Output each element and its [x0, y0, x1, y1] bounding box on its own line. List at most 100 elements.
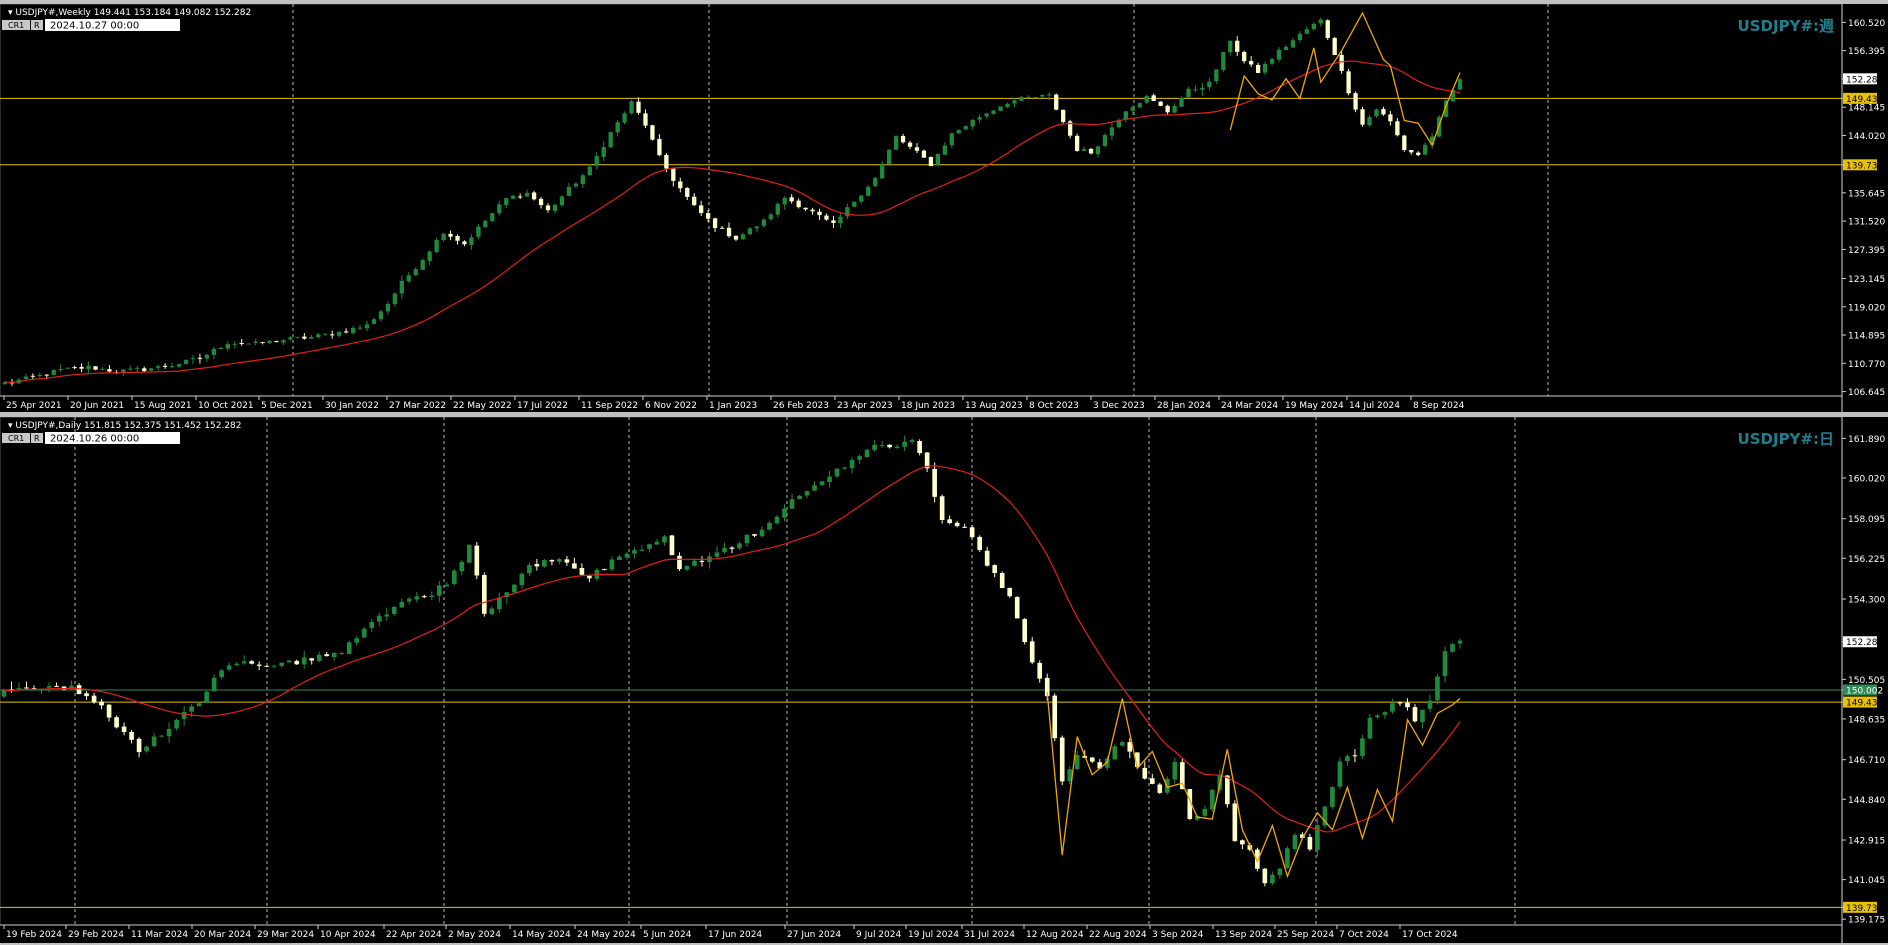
- candle-body: [434, 239, 439, 252]
- candle-body: [346, 642, 352, 654]
- candle-body: [1157, 784, 1163, 793]
- x-tick-label: 13 Sep 2024: [1215, 930, 1272, 940]
- candle-body: [678, 181, 683, 189]
- candle-body: [1255, 64, 1261, 74]
- badge-cr[interactable]: CR1: [2, 433, 30, 443]
- candle: [1007, 587, 1013, 598]
- candle-body: [831, 220, 836, 224]
- candle: [1285, 846, 1290, 870]
- candle-body: [256, 664, 262, 666]
- candle-body: [482, 575, 487, 614]
- badge-cr[interactable]: CR1: [2, 20, 30, 30]
- candle: [1325, 19, 1330, 41]
- candle-body: [624, 553, 630, 558]
- candle-body: [1109, 127, 1115, 136]
- candle-body: [1420, 709, 1425, 722]
- candle-body: [947, 519, 952, 524]
- candle-body: [350, 327, 356, 334]
- candle-body: [564, 559, 570, 563]
- candle-body: [100, 368, 105, 370]
- candle-body: [354, 638, 360, 643]
- candle-body: [421, 596, 427, 598]
- candle-body: [1081, 149, 1087, 151]
- candle-body: [747, 228, 753, 235]
- candle-body: [357, 327, 363, 329]
- candle-body: [274, 341, 279, 343]
- candle-body: [685, 188, 690, 197]
- candle: [866, 185, 871, 197]
- candle-body: [819, 481, 825, 486]
- badge-cr-label: CR1: [8, 434, 24, 443]
- candle-body: [156, 366, 161, 368]
- candle-body: [636, 101, 641, 113]
- badge-r[interactable]: R: [31, 20, 43, 30]
- x-tick-label: 10 Apr 2024: [320, 930, 376, 940]
- candle-body: [705, 213, 711, 219]
- candle-body: [1130, 107, 1135, 111]
- candle-body: [107, 369, 112, 372]
- candle-body: [211, 677, 217, 692]
- candle-body: [1225, 775, 1230, 805]
- price-tag: 150.002: [1843, 684, 1883, 697]
- candle-body: [279, 662, 285, 667]
- x-tick-label: 25 Apr 2021: [6, 401, 62, 411]
- candle-body: [1102, 135, 1108, 147]
- candle-body: [977, 117, 982, 120]
- daily-chart-panel[interactable]: 161.890 160.020 158.095 156.225 154.300 150.5…: [0, 417, 1888, 943]
- candle-body: [1442, 651, 1448, 677]
- candle-body: [378, 311, 384, 320]
- candle-body: [483, 220, 488, 228]
- candle-body: [1193, 89, 1198, 91]
- candle-body: [601, 147, 606, 157]
- candle-body: [744, 534, 750, 544]
- candle-body: [566, 186, 572, 196]
- candle: [346, 640, 352, 655]
- candle-body: [86, 365, 91, 370]
- candle-body: [796, 200, 801, 208]
- candle-body: [58, 368, 63, 370]
- candle-body: [1149, 778, 1155, 784]
- candle: [1179, 758, 1185, 790]
- weekly-chart-panel[interactable]: 160.520 156.395 148.145 144.020 135.645 131.5…: [0, 4, 1888, 412]
- candle-body: [1270, 874, 1275, 884]
- candle-body: [1423, 144, 1428, 155]
- candle-body: [1339, 54, 1344, 71]
- candle-body: [512, 584, 517, 593]
- candle-body: [467, 544, 472, 563]
- candle-body: [1297, 33, 1303, 41]
- y-tick-label: 114.895: [1848, 332, 1885, 342]
- candle-body: [309, 336, 314, 339]
- y-tick-label: 127.395: [1848, 246, 1885, 256]
- candle-body: [733, 235, 739, 240]
- candle: [1067, 119, 1073, 139]
- candle-body: [30, 375, 35, 377]
- candle-body: [234, 663, 239, 665]
- x-tick-label: 3 Dec 2023: [1093, 401, 1145, 411]
- candle-body: [859, 195, 864, 202]
- candle-body: [65, 367, 70, 369]
- badge-r[interactable]: R: [31, 433, 43, 443]
- candle-body: [166, 728, 172, 737]
- y-tick-label: 154.300: [1848, 596, 1885, 606]
- candle: [482, 572, 487, 617]
- candle: [474, 542, 480, 580]
- candle-body: [602, 568, 607, 570]
- candle: [886, 148, 892, 167]
- candle-body: [399, 280, 404, 294]
- candle-body: [782, 197, 787, 205]
- candle-body: [93, 366, 98, 370]
- candle-body: [414, 596, 420, 600]
- badge-cr-label: CR1: [8, 21, 24, 30]
- candle-body: [573, 183, 579, 187]
- candle-body: [1353, 93, 1358, 110]
- candle-body: [385, 303, 391, 312]
- candle: [1102, 133, 1108, 148]
- candle-body: [176, 364, 182, 367]
- x-tick-label: 9 Jul 2024: [856, 930, 901, 940]
- candle-body: [339, 653, 345, 655]
- x-tick-label: 27 Mar 2022: [389, 401, 446, 411]
- candle-body: [949, 133, 954, 146]
- price-tag-label: 152.282: [1846, 638, 1883, 648]
- candle-body: [587, 166, 592, 176]
- candle-body: [1202, 808, 1208, 816]
